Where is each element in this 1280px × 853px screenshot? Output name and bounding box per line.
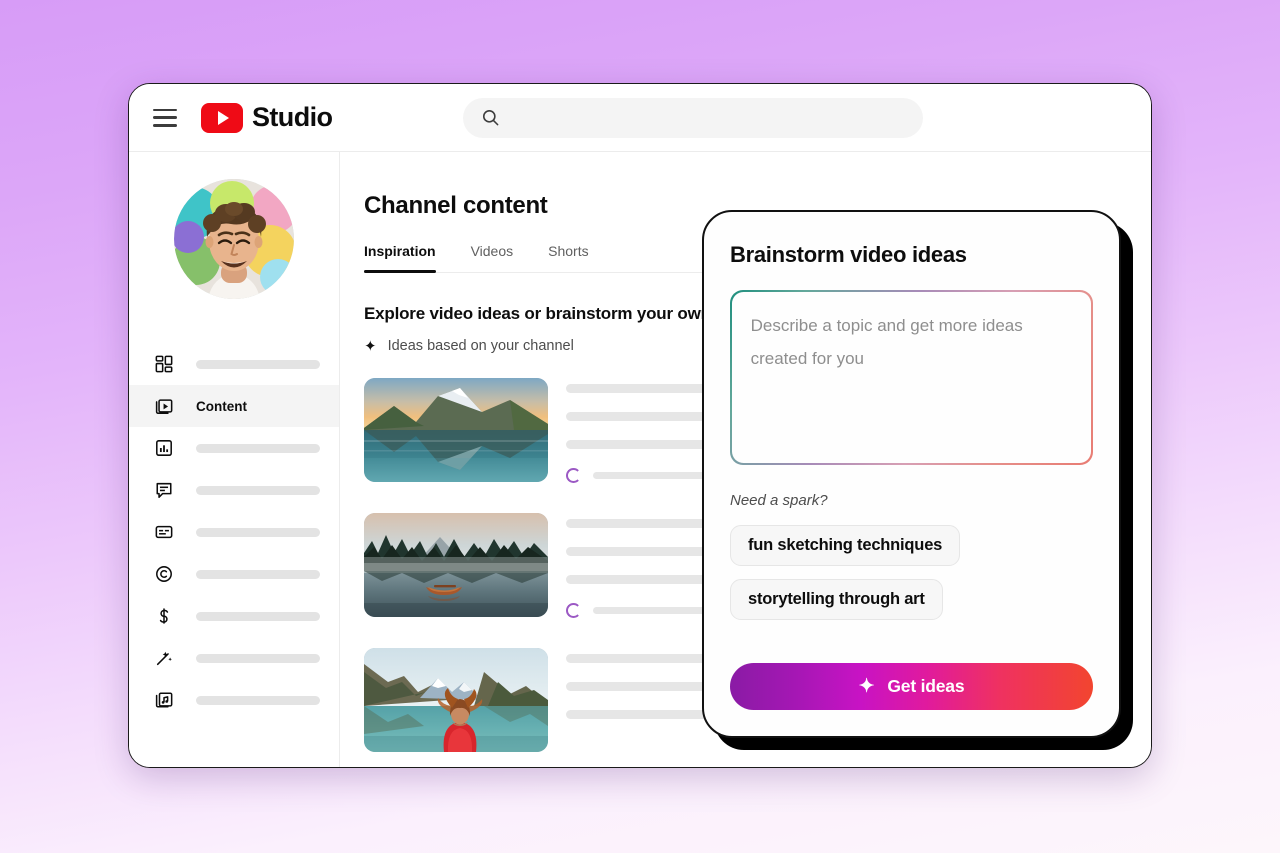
sidebar-item-label-placeholder: [196, 611, 320, 621]
brainstorm-modal: Brainstorm video ideas Need a spark? fun…: [702, 210, 1121, 738]
avatar[interactable]: [174, 179, 294, 299]
sidebar-item-label-placeholder: [196, 443, 320, 453]
comments-speech-bubble-icon: [153, 480, 174, 501]
sidebar-item-copyright[interactable]: [129, 553, 339, 595]
hamburger-line: [153, 108, 177, 111]
need-a-spark-label: Need a spark?: [730, 492, 828, 509]
copyright-icon: [153, 564, 174, 585]
search-input[interactable]: [510, 109, 906, 126]
loading-ring-icon: [566, 603, 581, 618]
avatar-wrap: [129, 179, 339, 299]
placeholder-bar: [593, 607, 718, 614]
search-icon: [481, 108, 500, 127]
sidebar-item-label-placeholder: [196, 527, 320, 537]
sidebar-item-audio-library[interactable]: [129, 679, 339, 721]
sidebar-item-comments[interactable]: [129, 469, 339, 511]
sidebar-item-label-placeholder: [196, 653, 320, 663]
idea-textarea[interactable]: [750, 308, 1073, 447]
placeholder-bar: [593, 472, 718, 479]
modal-title: Brainstorm video ideas: [730, 242, 967, 267]
content-video-icon: [153, 396, 174, 417]
hamburger-menu-icon[interactable]: [153, 108, 177, 127]
idea-thumbnail-woman-red-jacket[interactable]: [364, 648, 548, 752]
get-ideas-label: Get ideas: [887, 676, 965, 696]
sidebar-item-analytics[interactable]: [129, 427, 339, 469]
idea-thumbnail-canoe-lake[interactable]: [364, 513, 548, 617]
sidebar-item-label-placeholder: [196, 695, 320, 705]
audio-library-music-icon: [153, 690, 174, 711]
sidebar-item-content[interactable]: Content: [129, 385, 339, 427]
play-triangle: [218, 110, 229, 125]
suggestion-chip-fun-sketching-techniques[interactable]: fun sketching techniques: [730, 525, 961, 566]
tab-inspiration[interactable]: Inspiration: [364, 243, 436, 273]
sidebar-item-customization[interactable]: [129, 637, 339, 679]
tab-shorts[interactable]: Shorts: [548, 243, 588, 272]
loading-ring-icon: [566, 468, 581, 483]
youtube-play-icon: [201, 102, 243, 133]
suggestion-chip-storytelling-through-art[interactable]: storytelling through art: [730, 579, 943, 620]
get-ideas-button[interactable]: ✦ Get ideas: [730, 663, 1093, 710]
dashboard-grid-icon: [153, 354, 174, 375]
hamburger-line: [153, 124, 177, 127]
sidebar: Content: [129, 152, 340, 767]
sidebar-item-subtitles[interactable]: [129, 511, 339, 553]
brand-logo[interactable]: Studio: [201, 102, 333, 133]
sparkle-icon: ✦: [364, 337, 377, 355]
suggestion-chips: fun sketching techniques storytelling th…: [730, 525, 1093, 633]
sidebar-item-label-placeholder: [196, 485, 320, 495]
tab-videos[interactable]: Videos: [471, 243, 514, 272]
subtitles-icon: [153, 522, 174, 543]
sidebar-item-label: Content: [196, 398, 247, 414]
brand-word: Studio: [252, 102, 333, 132]
sidebar-item-dashboard[interactable]: [129, 343, 339, 385]
idea-textarea-inner: [731, 291, 1092, 464]
customization-magic-wand-icon: [153, 648, 174, 669]
top-bar: Studio: [129, 84, 1151, 152]
hamburger-line: [153, 116, 177, 119]
idea-textarea-frame: [730, 290, 1093, 465]
idea-thumbnail-mountain-peak[interactable]: [364, 378, 548, 482]
search-bar[interactable]: [463, 97, 924, 138]
sparkle-icon: ✦: [858, 676, 875, 697]
analytics-bar-chart-icon: [153, 438, 174, 459]
explore-subtitle: Ideas based on your channel: [387, 338, 574, 354]
sidebar-item-label-placeholder: [196, 569, 320, 579]
earn-dollar-icon: [153, 606, 174, 627]
sidebar-item-earn[interactable]: [129, 595, 339, 637]
sidebar-item-label-placeholder: [196, 359, 320, 369]
